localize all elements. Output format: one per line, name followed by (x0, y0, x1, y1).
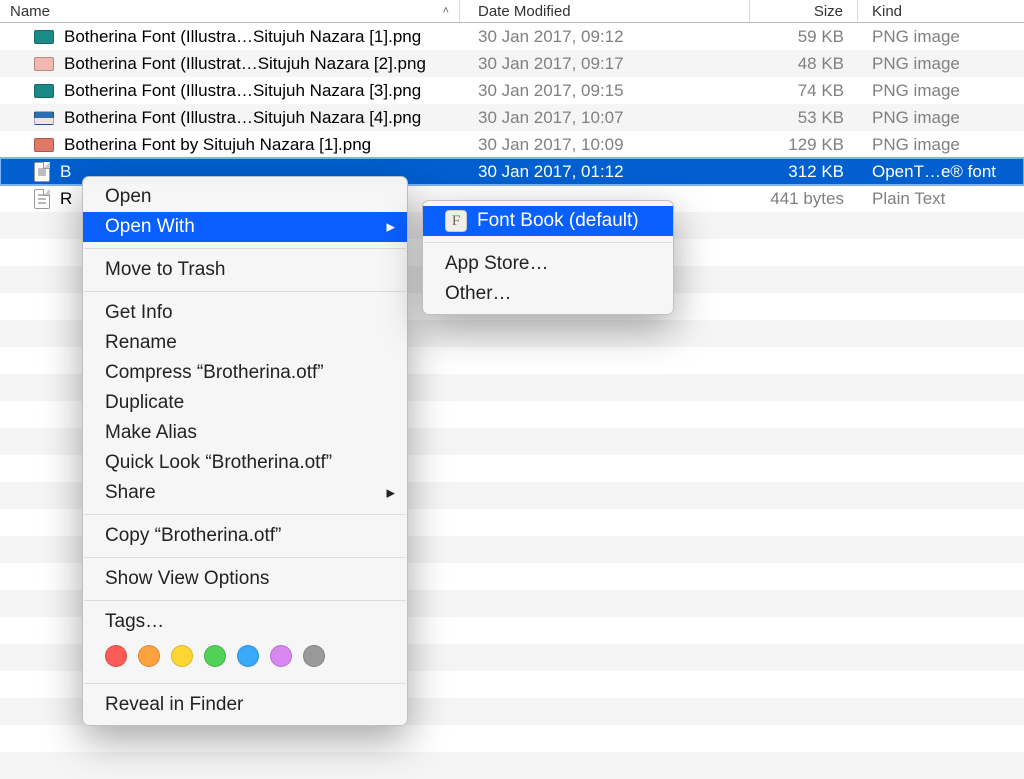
file-row[interactable]: Botherina Font (Illustra…Situjuh Nazara … (0, 23, 1024, 50)
file-name: B (60, 162, 71, 182)
tag-color-swatch[interactable] (171, 645, 193, 667)
file-name: Botherina Font (Illustra…Situjuh Nazara … (64, 108, 421, 128)
file-kind: PNG image (858, 81, 1024, 101)
column-header-row: Name ˄ Date Modified Size Kind (0, 0, 1024, 23)
file-name: Botherina Font (Illustra…Situjuh Nazara … (64, 27, 421, 47)
tag-color-swatch[interactable] (303, 645, 325, 667)
file-name: Botherina Font (Illustra…Situjuh Nazara … (64, 81, 421, 101)
menu-item-get-info[interactable]: Get Info (83, 298, 407, 328)
menu-item-make-alias[interactable]: Make Alias (83, 418, 407, 448)
empty-row (0, 725, 1024, 752)
tag-color-swatch[interactable] (270, 645, 292, 667)
file-date: 30 Jan 2017, 10:09 (460, 135, 750, 155)
file-date: 30 Jan 2017, 10:07 (460, 108, 750, 128)
column-header-size[interactable]: Size (750, 0, 858, 22)
file-name: R (60, 189, 72, 209)
file-kind: PNG image (858, 54, 1024, 74)
image-thumbnail-icon (34, 84, 54, 98)
file-row[interactable]: Botherina Font (Illustra…Situjuh Nazara … (0, 104, 1024, 131)
tag-color-swatch[interactable] (105, 645, 127, 667)
image-thumbnail-icon (34, 30, 54, 44)
menu-item-show-view-options[interactable]: Show View Options (83, 564, 407, 594)
file-size: 74 KB (750, 81, 858, 101)
sort-ascending-icon: ˄ (443, 5, 459, 17)
font-file-icon (34, 162, 50, 182)
menu-separator (84, 683, 406, 684)
menu-item-open[interactable]: Open (83, 182, 407, 212)
font-book-icon: F (445, 210, 467, 232)
tag-color-swatch[interactable] (237, 645, 259, 667)
file-size: 59 KB (750, 27, 858, 47)
open-with-submenu: F Font Book (default) App Store… Other… (422, 200, 674, 315)
menu-item-quick-look[interactable]: Quick Look “Brotherina.otf” (83, 448, 407, 478)
image-thumbnail-icon (34, 111, 54, 125)
menu-item-duplicate[interactable]: Duplicate (83, 388, 407, 418)
text-file-icon (34, 189, 50, 209)
menu-item-rename[interactable]: Rename (83, 328, 407, 358)
menu-separator (84, 514, 406, 515)
menu-separator (84, 600, 406, 601)
menu-item-open-with[interactable]: Open With (83, 212, 407, 242)
menu-item-reveal-in-finder[interactable]: Reveal in Finder (83, 690, 407, 720)
file-kind: PNG image (858, 135, 1024, 155)
file-row[interactable]: Botherina Font by Situjuh Nazara [1].png… (0, 131, 1024, 158)
context-menu: Open Open With Move to Trash Get Info Re… (82, 176, 408, 726)
tag-color-swatch[interactable] (138, 645, 160, 667)
image-thumbnail-icon (34, 138, 54, 152)
file-kind: OpenT…e® font (858, 162, 1024, 182)
tag-color-swatch[interactable] (204, 645, 226, 667)
menu-item-move-to-trash[interactable]: Move to Trash (83, 255, 407, 285)
column-header-kind[interactable]: Kind (858, 0, 1024, 22)
submenu-item-font-book[interactable]: F Font Book (default) (423, 206, 673, 236)
menu-item-tags[interactable]: Tags… (83, 607, 407, 637)
file-size: 441 bytes (750, 189, 858, 209)
menu-separator (424, 242, 672, 243)
menu-separator (84, 557, 406, 558)
file-date: 30 Jan 2017, 09:12 (460, 27, 750, 47)
file-date: 30 Jan 2017, 01:12 (460, 162, 750, 182)
file-name: Botherina Font by Situjuh Nazara [1].png (64, 135, 371, 155)
file-size: 48 KB (750, 54, 858, 74)
file-row[interactable]: Botherina Font (Illustrat…Situjuh Nazara… (0, 50, 1024, 77)
file-kind: PNG image (858, 27, 1024, 47)
empty-row (0, 752, 1024, 779)
menu-item-share[interactable]: Share (83, 478, 407, 508)
file-kind: PNG image (858, 108, 1024, 128)
file-size: 312 KB (750, 162, 858, 182)
file-kind: Plain Text (858, 189, 1024, 209)
file-size: 53 KB (750, 108, 858, 128)
file-date: 30 Jan 2017, 09:17 (460, 54, 750, 74)
file-size: 129 KB (750, 135, 858, 155)
menu-separator (84, 248, 406, 249)
menu-separator (84, 291, 406, 292)
column-header-name[interactable]: Name ˄ (0, 0, 460, 22)
file-date: 30 Jan 2017, 09:15 (460, 81, 750, 101)
menu-item-copy[interactable]: Copy “Brotherina.otf” (83, 521, 407, 551)
submenu-item-other[interactable]: Other… (423, 279, 673, 309)
file-row[interactable]: Botherina Font (Illustra…Situjuh Nazara … (0, 77, 1024, 104)
menu-item-compress[interactable]: Compress “Brotherina.otf” (83, 358, 407, 388)
column-header-date[interactable]: Date Modified (460, 0, 750, 22)
image-thumbnail-icon (34, 57, 54, 71)
file-name: Botherina Font (Illustrat…Situjuh Nazara… (64, 54, 426, 74)
tag-color-row (83, 637, 407, 677)
submenu-item-app-store[interactable]: App Store… (423, 249, 673, 279)
